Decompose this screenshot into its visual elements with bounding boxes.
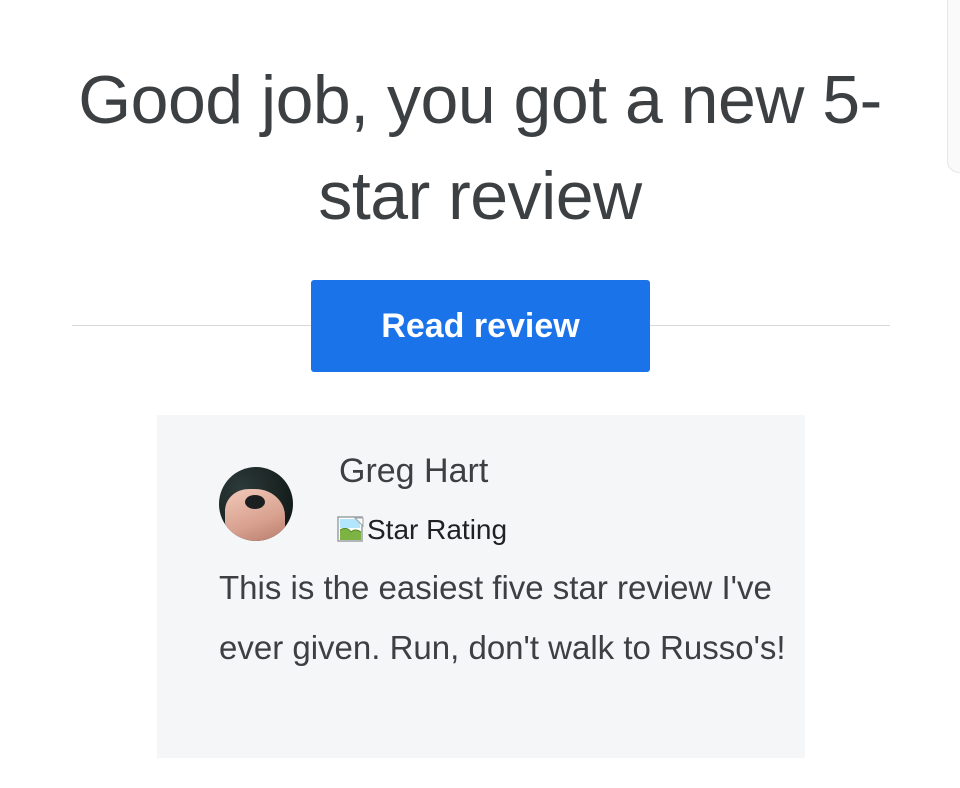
avatar [219, 467, 293, 541]
scroll-indicator [947, 0, 960, 173]
reviewer-name: Greg Hart [339, 452, 489, 490]
read-review-button[interactable]: Read review [311, 280, 650, 372]
star-rating: Star Rating [337, 513, 507, 547]
avatar-photo-detail [245, 495, 265, 509]
notification-page: Good job, you got a new 5-star review Re… [0, 0, 960, 788]
star-rating-alt-text: Star Rating [367, 514, 508, 545]
broken-image-icon [337, 516, 364, 542]
page-title: Good job, you got a new 5-star review [78, 62, 882, 234]
review-text: This is the easiest five star review I'v… [219, 569, 786, 666]
review-card: Greg Hart Star Rating This is the easies… [157, 415, 805, 758]
